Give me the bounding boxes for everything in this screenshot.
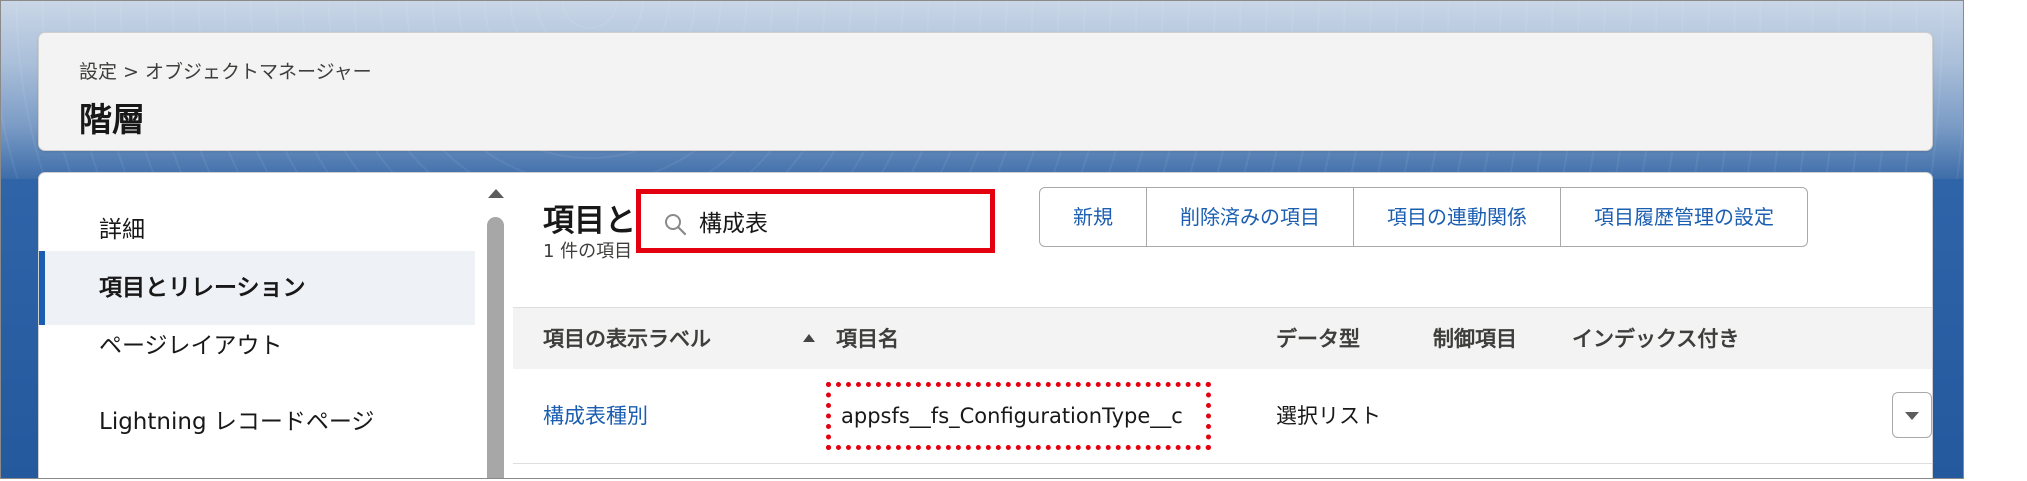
column-header-indexed[interactable]: インデックス付き xyxy=(1572,308,1739,370)
deleted-fields-button[interactable]: 削除済みの項目 xyxy=(1147,188,1354,246)
column-header-controlling-field[interactable]: 制御項目 xyxy=(1433,308,1517,370)
sidebar-item-lightning-record-pages[interactable]: Lightning レコードページ xyxy=(39,385,475,459)
app-window: 設定 > オブジェクトマネージャー 階層 詳細 項目とリレーション ページレイア… xyxy=(0,0,1964,479)
main-panel: 詳細 項目とリレーション ページレイアウト Lightning レコードページ … xyxy=(38,172,1933,478)
sidebar: 詳細 項目とリレーション ページレイアウト Lightning レコードページ xyxy=(39,173,513,478)
toolbar-button-group: 新規 削除済みの項目 項目の連動関係 項目履歴管理の設定 xyxy=(1039,187,1808,247)
search-icon xyxy=(665,214,687,236)
row-actions-button[interactable] xyxy=(1892,392,1932,438)
page-title: 階層 xyxy=(79,100,145,139)
breadcrumb[interactable]: 設定 > オブジェクトマネージャー xyxy=(79,57,372,84)
sidebar-item-page-layouts[interactable]: ページレイアウト xyxy=(39,309,475,383)
page-header: 設定 > オブジェクトマネージャー 階層 xyxy=(38,32,1933,151)
search-box[interactable] xyxy=(636,189,995,253)
field-history-tracking-button[interactable]: 項目履歴管理の設定 xyxy=(1561,188,1807,246)
item-count: 1 件の項目 xyxy=(543,241,633,262)
fields-content: 項目と 1 件の項目 新規 削除済みの項目 項目の連動関係 項目履歴管理の設定 … xyxy=(513,173,1932,478)
field-api-name: appsfs__fs_ConfigurationType__c xyxy=(841,404,1183,428)
scroll-up-icon[interactable] xyxy=(488,189,504,198)
column-header-field-name[interactable]: 項目名 xyxy=(836,308,899,370)
scrollbar-thumb[interactable] xyxy=(487,217,504,478)
field-data-type: 選択リスト xyxy=(1276,404,1381,428)
field-name-highlight: appsfs__fs_ConfigurationType__c xyxy=(826,382,1211,450)
sort-ascending-icon[interactable] xyxy=(803,334,815,342)
new-button[interactable]: 新規 xyxy=(1040,188,1147,246)
column-header-data-type[interactable]: データ型 xyxy=(1276,308,1360,370)
table-row: 構成表種別 appsfs__fs_ConfigurationType__c 選択… xyxy=(513,369,1932,464)
column-header-field-label[interactable]: 項目の表示ラベル xyxy=(543,308,711,370)
field-label-link[interactable]: 構成表種別 xyxy=(543,369,648,463)
section-title: 項目と xyxy=(543,203,636,239)
table-header: 項目の表示ラベル 項目名 データ型 制御項目 インデックス付き xyxy=(513,307,1932,371)
field-dependencies-button[interactable]: 項目の連動関係 xyxy=(1354,188,1561,246)
chevron-down-icon xyxy=(1905,412,1919,420)
search-input[interactable] xyxy=(699,204,979,238)
